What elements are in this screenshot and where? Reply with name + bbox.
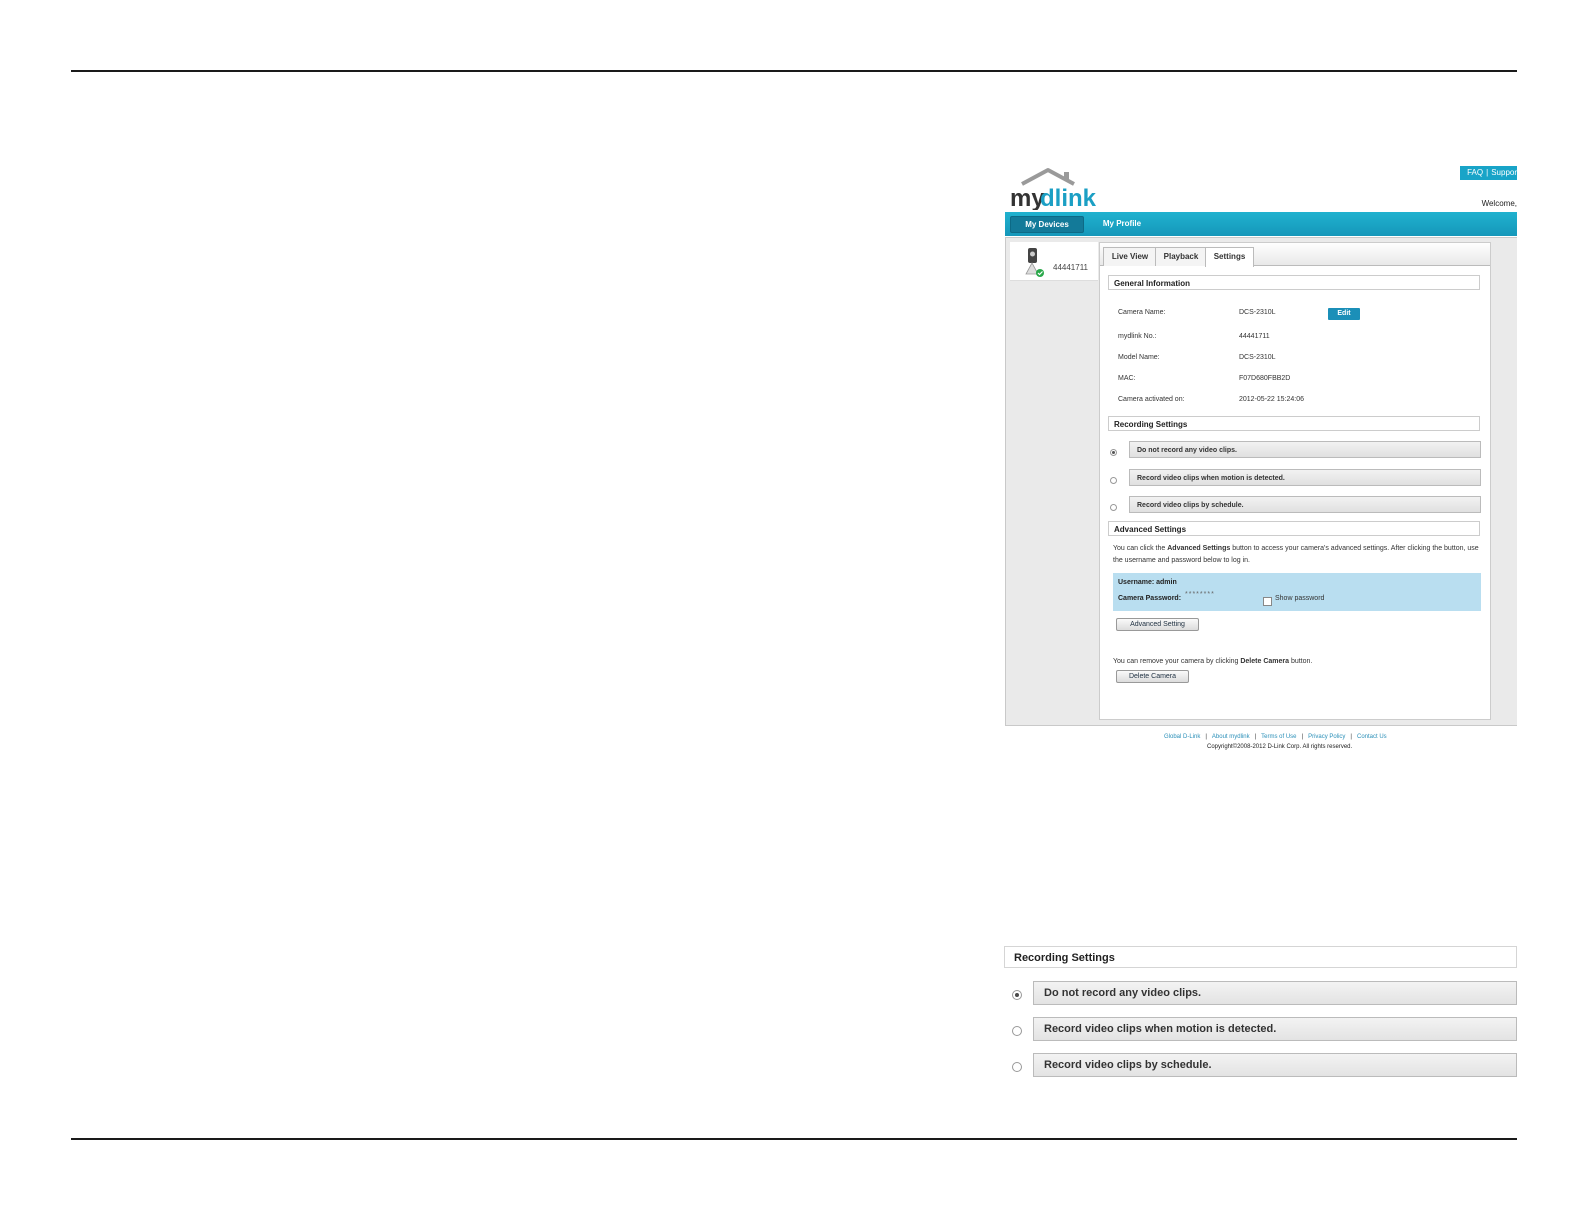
delete-camera-button[interactable]: Delete Camera [1116,670,1189,683]
support-link[interactable]: Suppor [1491,168,1517,177]
advanced-description: You can click the Advanced Settings butt… [1113,545,1479,564]
model-name-label: Model Name: [1118,354,1160,361]
option-motion-record[interactable]: Record video clips when motion is detect… [1129,469,1481,486]
bottom-rule [71,1138,1517,1140]
password-value: ******** [1185,591,1215,598]
tab-bar: Live View Playback Settings [1100,243,1490,267]
recording-settings-zoom: Recording Settings Do not record any vid… [1004,946,1517,1080]
zoom-option-schedule-record[interactable]: Record video clips by schedule. [1033,1053,1517,1077]
footer-link-global[interactable]: Global D-Link [1164,734,1200,740]
device-list-item[interactable]: 44441711 [1010,242,1098,281]
copyright-text: Copyright©2008-2012 D-Link Corp. All rig… [1207,744,1353,750]
faq-link[interactable]: FAQ [1467,168,1483,177]
advanced-settings-header: Advanced Settings [1108,521,1480,536]
mydlink-no-label: mydlink No.: [1118,333,1157,340]
footer-link-terms[interactable]: Terms of Use [1261,734,1296,740]
mac-label: MAC: [1118,375,1136,382]
edit-button[interactable]: Edit [1328,308,1360,320]
option-schedule-record[interactable]: Record video clips by schedule. [1129,496,1481,513]
radio-motion-record[interactable] [1110,477,1117,484]
credentials-box: Username: admin Camera Password: *******… [1113,573,1481,611]
mac-value: F07D680FBB2D [1239,375,1291,382]
tab-settings[interactable]: Settings [1205,247,1254,267]
settings-panel: Live View Playback Settings General Info… [1099,242,1491,720]
tab-live-view[interactable]: Live View [1103,247,1157,266]
show-password-checkbox[interactable] [1263,597,1272,606]
footer-link-about[interactable]: About mydlink [1212,734,1250,740]
footer-link-contact[interactable]: Contact Us [1357,734,1387,740]
footer-link-privacy[interactable]: Privacy Policy [1308,734,1345,740]
camera-name-label: Camera Name: [1118,309,1166,316]
activated-on-label: Camera activated on: [1118,396,1185,403]
show-password-label: Show password [1275,595,1325,602]
camera-icon [1025,248,1044,277]
zoom-option-no-record[interactable]: Do not record any video clips. [1033,981,1517,1005]
password-label: Camera Password: [1118,595,1182,602]
zoom-option-motion-record[interactable]: Record video clips when motion is detect… [1033,1017,1517,1041]
option-no-record[interactable]: Do not record any video clips. [1129,441,1481,458]
welcome-text: Welcome, [1481,199,1517,208]
svg-text:dlink: dlink [1040,185,1097,210]
top-links-bar: FAQ | Suppor [1460,166,1517,180]
zoom-radio-schedule-record[interactable] [1012,1062,1022,1072]
username-text: Username: admin [1118,579,1177,586]
nav-my-profile[interactable]: My Profile [1097,216,1147,231]
zoom-radio-motion-record[interactable] [1012,1026,1022,1036]
nav-my-devices[interactable]: My Devices [1010,216,1084,233]
mydlink-no-value: 44441711 [1239,333,1270,340]
main-frame: 44441711 Live View Playback Settings Gen… [1005,237,1517,726]
radio-no-record[interactable] [1110,449,1117,456]
mydlink-settings-screenshot: FAQ | Suppor my dlink Welcome, My Devices … [1004,164,1517,756]
footer-links: Global D-Link | About mydlink | Terms of Use… [1164,734,1387,740]
activated-on-value: 2012-05-22 15:24:06 [1239,396,1304,403]
radio-schedule-record[interactable] [1110,504,1117,511]
model-name-value: DCS-2310L [1239,354,1276,361]
zoom-recording-header: Recording Settings [1004,946,1517,968]
general-info-header: General Information [1108,275,1480,290]
recording-settings-header: Recording Settings [1108,416,1480,431]
delete-description: You can remove your camera by clicking D… [1113,658,1313,665]
tab-playback[interactable]: Playback [1155,247,1207,266]
zoom-radio-no-record[interactable] [1012,990,1022,1000]
top-rule [71,70,1517,72]
mydlink-logo: my dlink [1010,168,1097,210]
camera-name-value: DCS-2310L [1239,309,1276,316]
advanced-setting-button[interactable]: Advanced Setting [1116,618,1199,631]
main-nav: My Devices My Profile [1005,212,1517,236]
device-id: 44441711 [1053,263,1088,272]
